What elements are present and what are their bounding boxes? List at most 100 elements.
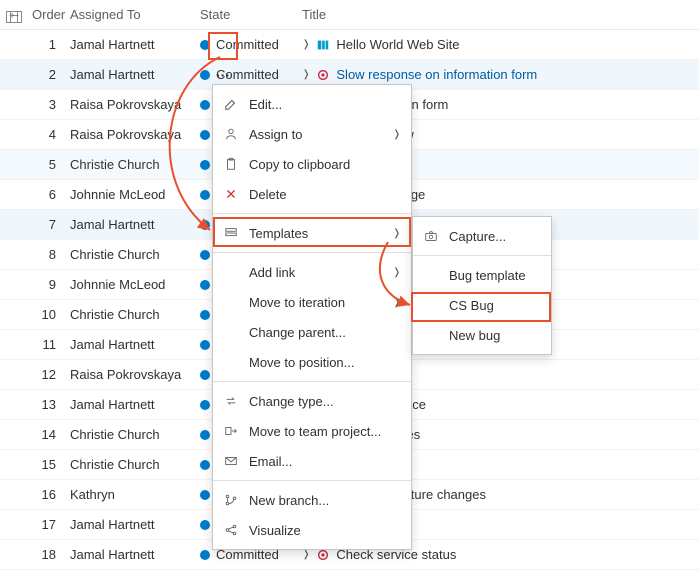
menu-move-iteration[interactable]: Move to iteration ❭ (213, 287, 411, 317)
templates-submenu: Capture... Bug template CS Bug New bug (412, 216, 552, 355)
menu-separator (213, 213, 411, 214)
collapse-all[interactable]: − (10, 7, 30, 23)
cell-order: 12 (30, 367, 70, 382)
header-title[interactable]: Title (302, 7, 699, 22)
state-dot-icon (200, 40, 210, 50)
cell-assigned: Christie Church (70, 157, 200, 172)
header-assigned[interactable]: Assigned To (70, 7, 200, 22)
state-dot-icon (200, 160, 210, 170)
state-dot-icon (200, 70, 210, 80)
cell-assigned: Jamal Hartnett (70, 397, 200, 412)
work-item-title-link[interactable]: Slow response on information form (336, 67, 537, 82)
cell-order: 14 (30, 427, 70, 442)
menu-move-team-project[interactable]: Move to team project... (213, 416, 411, 446)
cell-state: Committed (200, 37, 302, 52)
cell-assigned: Christie Church (70, 247, 200, 262)
templates-icon (223, 225, 239, 241)
cell-order: 17 (30, 517, 70, 532)
cell-assigned: Jamal Hartnett (70, 517, 200, 532)
work-item-title: Hello World Web Site (336, 37, 459, 52)
table-header: + − Order Assigned To State Title (0, 0, 699, 30)
menu-capture[interactable]: Capture... (413, 221, 551, 251)
cell-order: 5 (30, 157, 70, 172)
menu-edit[interactable]: Edit... (213, 89, 411, 119)
menu-cs-bug[interactable]: CS Bug (413, 290, 551, 320)
menu-change-type[interactable]: Change type... (213, 386, 411, 416)
state-dot-icon (200, 100, 210, 110)
menu-add-link[interactable]: Add link ❭ (213, 257, 411, 287)
cell-order: 3 (30, 97, 70, 112)
delete-icon (223, 186, 239, 202)
chevron-right-icon[interactable]: ❭ (302, 39, 310, 50)
cell-order: 8 (30, 247, 70, 262)
state-dot-icon (200, 460, 210, 470)
state-dot-icon (200, 280, 210, 290)
cell-order: 18 (30, 547, 70, 562)
cell-order: 9 (30, 277, 70, 292)
chevron-right-icon: ❭ (393, 297, 401, 308)
cell-assigned: Raisa Pokrovskaya (70, 97, 200, 112)
menu-templates[interactable]: Templates ❭ (213, 218, 411, 248)
menu-new-bug[interactable]: New bug (413, 320, 551, 350)
bug-icon (316, 68, 330, 82)
menu-delete[interactable]: Delete (213, 179, 411, 209)
state-dot-icon (200, 550, 210, 560)
cell-assigned: Kathryn (70, 487, 200, 502)
cell-assigned: Raisa Pokrovskaya (70, 127, 200, 142)
context-menu: Edit... Assign to ❭ Copy to clipboard De… (212, 84, 412, 550)
menu-visualize[interactable]: Visualize (213, 515, 411, 545)
state-dot-icon (200, 310, 210, 320)
state-dot-icon (200, 490, 210, 500)
menu-separator (213, 252, 411, 253)
menu-assign-to[interactable]: Assign to ❭ (213, 119, 411, 149)
person-icon (223, 126, 239, 142)
cell-order: 4 (30, 127, 70, 142)
cell-order: 7 (30, 217, 70, 232)
menu-email[interactable]: Email... (213, 446, 411, 476)
menu-separator (413, 255, 551, 256)
menu-new-branch[interactable]: New branch... (213, 485, 411, 515)
chevron-right-icon[interactable]: ❭ (302, 549, 310, 560)
state-dot-icon (200, 250, 210, 260)
cell-assigned: Jamal Hartnett (70, 67, 200, 82)
chevron-right-icon: ❭ (393, 129, 401, 140)
table-row[interactable]: 1Jamal HartnettCommitted❭ Hello World Web… (0, 30, 699, 60)
cell-order: 16 (30, 487, 70, 502)
state-dot-icon (200, 340, 210, 350)
header-order[interactable]: Order (30, 7, 70, 22)
cell-assigned: Jamal Hartnett (70, 37, 200, 52)
menu-copy[interactable]: Copy to clipboard (213, 149, 411, 179)
camera-icon (423, 228, 439, 244)
cell-assigned: Johnnie McLeod (70, 187, 200, 202)
cell-order: 10 (30, 307, 70, 322)
chevron-right-icon: ❭ (393, 228, 401, 239)
clipboard-icon (223, 156, 239, 172)
move-project-icon (223, 423, 239, 439)
cell-assigned: Christie Church (70, 457, 200, 472)
cell-assigned: Jamal Hartnett (70, 217, 200, 232)
menu-separator (213, 480, 411, 481)
menu-bug-template[interactable]: Bug template (413, 260, 551, 290)
chevron-right-icon[interactable]: ❭ (302, 69, 310, 80)
cell-assigned: Jamal Hartnett (70, 337, 200, 352)
menu-move-position[interactable]: Move to position... (213, 347, 411, 377)
cell-assigned: Johnnie McLeod (70, 277, 200, 292)
pbi-icon (316, 38, 330, 52)
cell-order: 15 (30, 457, 70, 472)
menu-change-parent[interactable]: Change parent... (213, 317, 411, 347)
pencil-icon (223, 96, 239, 112)
state-dot-icon (200, 370, 210, 380)
state-dot-icon (200, 130, 210, 140)
state-dot-icon (200, 430, 210, 440)
visualize-icon (223, 522, 239, 538)
branch-icon (223, 492, 239, 508)
menu-separator (213, 381, 411, 382)
expand-all[interactable]: + (0, 7, 10, 23)
cell-order: 2 (30, 67, 70, 82)
state-dot-icon (200, 190, 210, 200)
cell-order: 11 (30, 337, 70, 352)
email-icon (223, 453, 239, 469)
header-state[interactable]: State (200, 7, 302, 22)
cell-assigned: Jamal Hartnett (70, 547, 200, 562)
cell-order: 1 (30, 37, 70, 52)
